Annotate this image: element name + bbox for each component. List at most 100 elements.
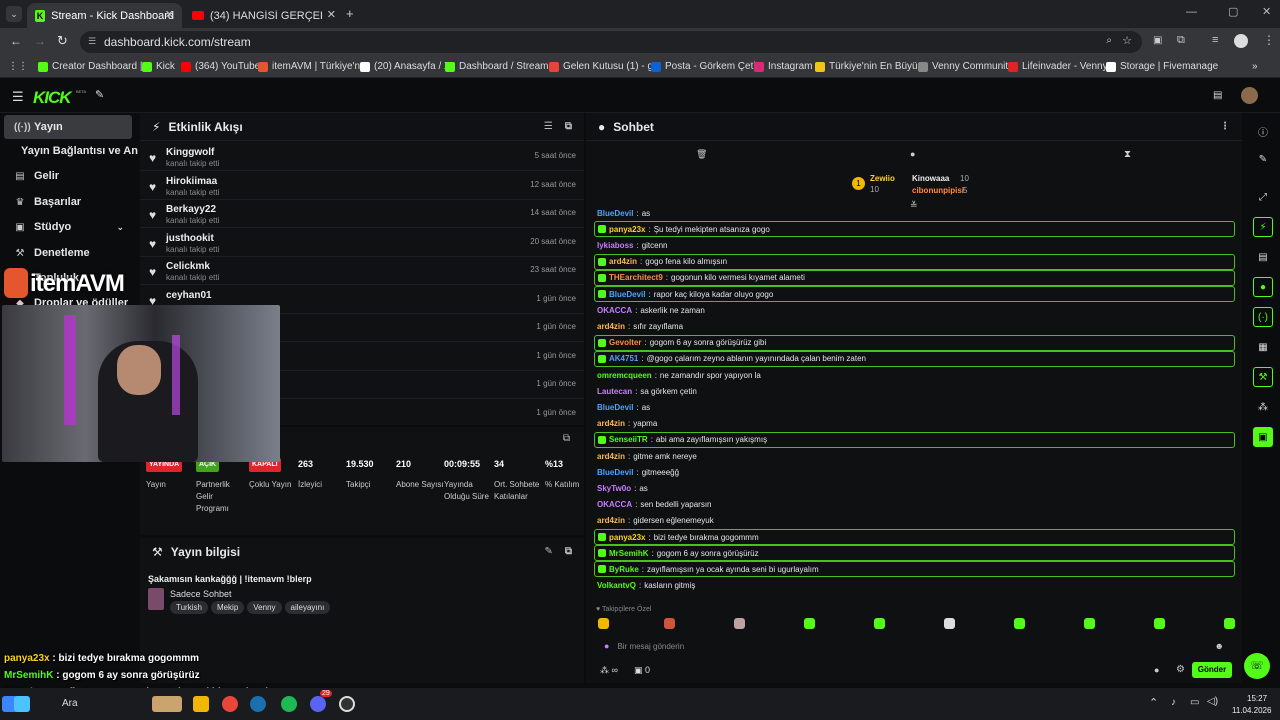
bookmark-itemavm[interactable]: itemAVM | Türkiye'n...	[258, 61, 368, 72]
emote-icon[interactable]	[598, 618, 609, 629]
bookmark-gmail[interactable]: Gelen Kutusu (1) - g...	[549, 61, 661, 72]
emote-icon[interactable]	[734, 618, 745, 629]
clock-time[interactable]: 15:27	[1247, 694, 1267, 703]
start-icon[interactable]	[14, 696, 30, 712]
sidebar-item-revenue[interactable]: ▤ Gelir	[4, 164, 132, 188]
chat-username[interactable]: ard4zin	[609, 257, 637, 266]
reload-icon[interactable]: ↻	[57, 33, 68, 49]
tag[interactable]: Mekip	[210, 601, 245, 614]
bookmark-dashboard-stream[interactable]: Dashboard / Stream...	[445, 61, 557, 72]
tab-search-button[interactable]: ⌄	[6, 6, 22, 22]
file-explorer-icon[interactable]	[152, 696, 182, 712]
clock-date[interactable]: 11.04.2026	[1232, 706, 1271, 715]
bookmark-outlook[interactable]: Posta - Görkem Çeti...	[651, 61, 764, 72]
site-info-icon[interactable]: ☰	[88, 36, 96, 47]
chat-username[interactable]: Gevolter	[609, 338, 641, 347]
mic-icon[interactable]: ♪	[1171, 697, 1176, 708]
chat-input[interactable]: ● Bir mesaj gönderin ☻	[594, 635, 1234, 657]
pencil-icon[interactable]: ✎	[1253, 149, 1273, 169]
chat-username[interactable]: AK4751	[609, 354, 638, 363]
activity-username[interactable]: Celickmk	[166, 261, 210, 272]
activity-username[interactable]: Berkayy22	[166, 204, 216, 215]
steam-icon[interactable]	[250, 696, 266, 712]
chat-username[interactable]: OKACCA	[597, 306, 632, 315]
chat-rail-icon[interactable]: ●	[1253, 277, 1273, 297]
clipboard-icon[interactable]: ▤	[1253, 247, 1273, 267]
chat-settings-icon[interactable]: ⚙	[1176, 664, 1185, 675]
activity-username[interactable]: Kinggwolf	[166, 147, 214, 158]
close-tab-icon[interactable]: ✕	[165, 8, 174, 21]
emoji-icon[interactable]: ☻	[1215, 641, 1224, 651]
tab-kick-dashboard[interactable]: K Stream - Kick Dashboard ✕	[27, 3, 182, 28]
chat-username[interactable]: Lautecan	[597, 387, 632, 396]
sidebar-item-studio[interactable]: ▣ Stüdyo ⌄	[4, 215, 132, 239]
back-icon[interactable]: ←	[10, 34, 22, 48]
gifter-name[interactable]: Kinowaaa	[912, 174, 949, 183]
taskbar-search[interactable]: Ara	[62, 698, 78, 709]
tray-chevron-icon[interactable]: ⌃	[1149, 696, 1158, 709]
gift-counter[interactable]: ▣ 0	[634, 665, 650, 676]
folder-icon[interactable]	[193, 696, 209, 712]
emote-icon[interactable]	[1014, 618, 1025, 629]
user-avatar[interactable]	[1241, 87, 1258, 104]
apps-icon[interactable]: ⋮⋮	[8, 61, 28, 72]
tag[interactable]: Venny	[247, 601, 282, 614]
volume-icon[interactable]: ◁)	[1207, 696, 1218, 707]
sidebar-item-stream-key[interactable]: Yayın Bağlantısı ve Anahtarı	[4, 139, 138, 163]
support-chat-button[interactable]: ☏	[1244, 653, 1270, 679]
chat-username[interactable]: omremcqueen	[597, 371, 652, 380]
emote-icon[interactable]	[664, 618, 675, 629]
kick-logo[interactable]: KICK	[33, 88, 72, 108]
chat-username[interactable]: panya23x	[609, 533, 645, 542]
bookmark-instagram[interactable]: Instagram	[754, 61, 812, 72]
close-tab-icon[interactable]: ✕	[327, 8, 336, 21]
chat-username[interactable]: panya23x	[609, 225, 645, 234]
chat-users-icon[interactable]: ●	[1154, 665, 1159, 675]
extensions-puzzle-icon[interactable]: ⧉	[1177, 34, 1185, 47]
chat-username[interactable]: ByRuke	[609, 565, 639, 574]
bookmark-venny[interactable]: Venny Community	[918, 61, 1013, 72]
chat-username[interactable]: MrSemihK	[609, 549, 649, 558]
broadcast-rail-icon[interactable]: (·)	[1253, 307, 1273, 327]
layers-icon[interactable]: ▦	[1253, 337, 1273, 357]
tag[interactable]: aileyayını	[284, 601, 331, 614]
bookmark-x[interactable]: (20) Anasayfa / X	[360, 61, 451, 72]
game-icon[interactable]: ▣	[1253, 427, 1273, 447]
network-icon[interactable]: ▭	[1190, 697, 1199, 708]
filter-icon[interactable]: ☰	[544, 121, 553, 132]
more-bookmarks-icon[interactable]: »	[1252, 61, 1258, 72]
chat-username[interactable]: lykiaboss	[597, 241, 633, 250]
creator-tools-icon[interactable]: ▤	[1213, 90, 1222, 101]
emote-icon[interactable]	[874, 618, 885, 629]
quick-action-bolt-icon[interactable]: ⚡	[1253, 217, 1273, 237]
forward-icon[interactable]: →	[34, 34, 46, 48]
emote-icon[interactable]	[944, 618, 955, 629]
bookmark-lifeinvader[interactable]: Lifeinvader - VennyV	[1008, 61, 1114, 72]
browser-menu-icon[interactable]: ⋮	[1263, 33, 1275, 47]
popout-icon[interactable]: ⧉	[565, 121, 572, 132]
nodes-icon[interactable]: ⁂	[1253, 397, 1273, 417]
gifter-name[interactable]: cibonunpipisi	[912, 186, 964, 195]
chat-username[interactable]: ard4zin	[597, 322, 625, 331]
hamburger-menu-icon[interactable]: ☰	[12, 89, 24, 105]
tab-youtube[interactable]: (34) HANGİSİ GERÇEK ESKİ SEV ✕	[184, 3, 344, 28]
expand-icon[interactable]: ⤢	[1253, 187, 1273, 207]
send-button[interactable]: Gönder	[1192, 662, 1232, 678]
info-icon[interactable]: ⓘ	[1253, 121, 1273, 141]
address-bar[interactable]: ☰ dashboard.kick.com/stream ⌕ ☆	[80, 31, 1142, 53]
activity-username[interactable]: ceyhan01	[166, 290, 212, 301]
chat-username[interactable]: VolkantvQ	[597, 581, 636, 590]
chat-username[interactable]: ard4zin	[597, 419, 625, 428]
popout-icon[interactable]: ⧉	[563, 433, 570, 444]
sidebar-item-stream[interactable]: ((·)) Yayın	[4, 115, 132, 139]
microphone-icon[interactable]: ●	[604, 641, 609, 651]
extension-icon[interactable]: ▣	[1153, 35, 1162, 46]
chat-username[interactable]: ard4zin	[597, 516, 625, 525]
minimize-button[interactable]: —	[1186, 6, 1197, 18]
new-tab-button[interactable]: +	[346, 6, 354, 21]
sidebar-item-moderation[interactable]: ⚒ Denetleme	[4, 241, 132, 265]
bookmark-star-icon[interactable]: ☆	[1122, 34, 1132, 47]
spotify-icon[interactable]	[281, 696, 297, 712]
emote-icon[interactable]	[1224, 618, 1235, 629]
edit-icon[interactable]: ✎	[544, 546, 552, 557]
